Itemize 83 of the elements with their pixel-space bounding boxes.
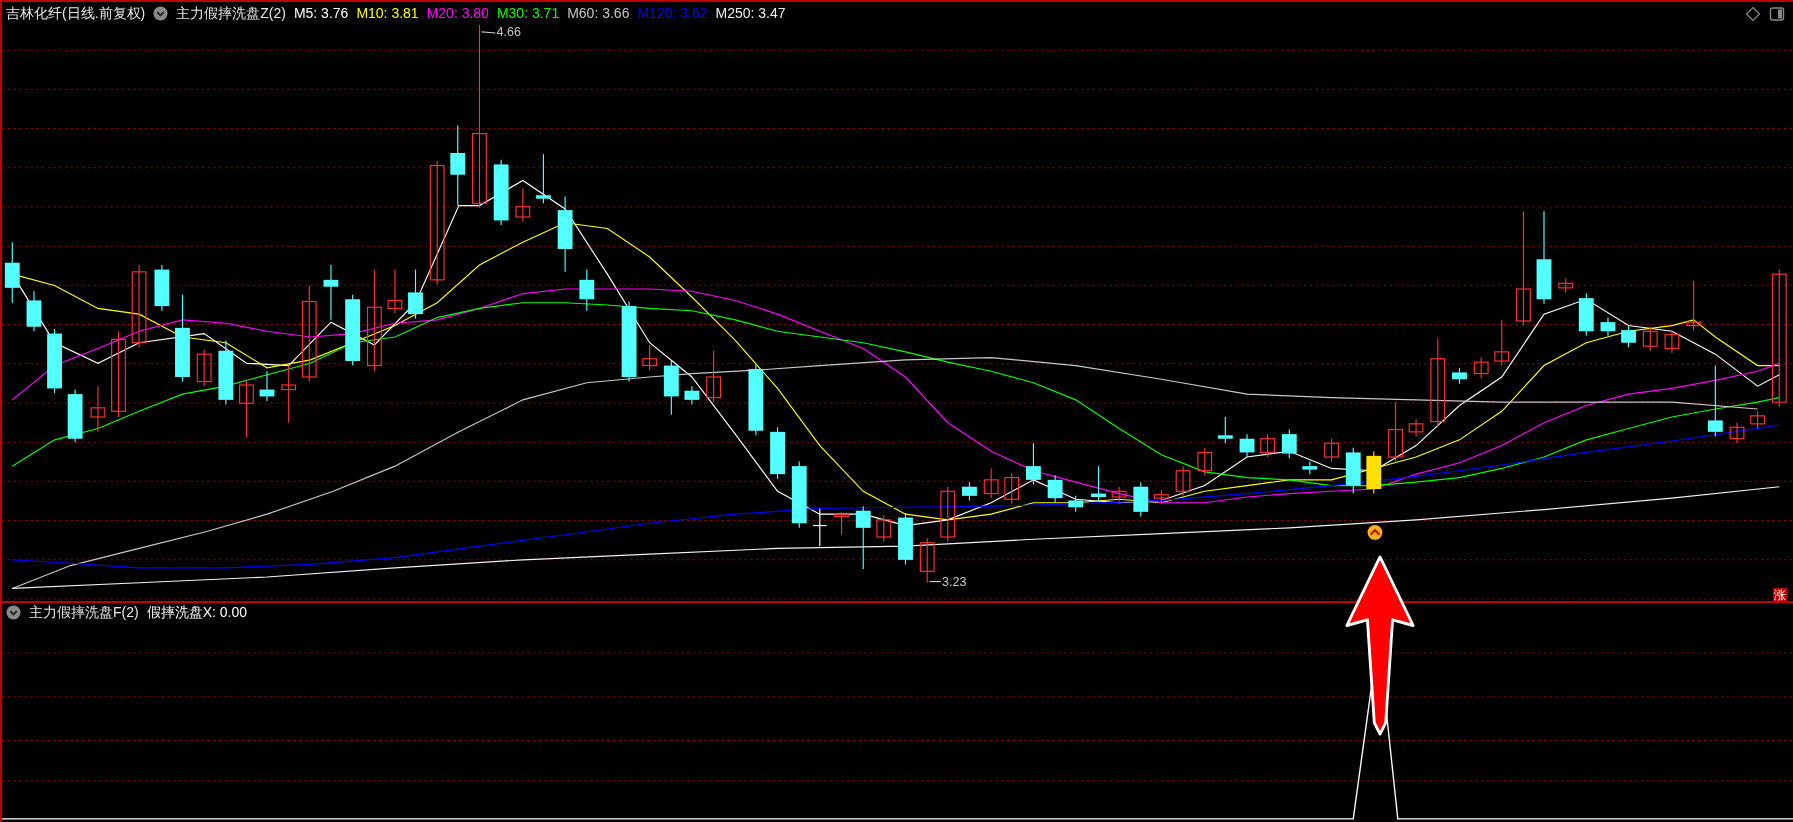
candlestick	[1664, 329, 1680, 354]
candlestick	[196, 349, 212, 387]
candlestick	[1388, 401, 1403, 463]
candlestick	[1707, 365, 1723, 437]
indicator-name: 主力假摔洗盘F(2)	[29, 603, 139, 622]
candlestick	[1366, 450, 1382, 495]
candlestick	[1133, 481, 1149, 517]
candlestick	[1558, 278, 1574, 293]
candlestick	[1642, 326, 1658, 352]
candlestick	[90, 385, 106, 433]
candlestick	[1473, 357, 1489, 379]
candlestick	[239, 379, 254, 439]
candlestick	[855, 505, 871, 570]
rise-badge: 涨	[1773, 588, 1787, 602]
indicator-name: 主力假摔洗盘Z(2)	[176, 4, 286, 23]
candlestick	[770, 426, 785, 480]
candlestick	[1239, 433, 1255, 458]
candlestick	[898, 512, 913, 565]
panel-toggle-icon[interactable]	[1769, 5, 1785, 22]
candlestick	[408, 269, 423, 320]
candlestick	[1260, 433, 1275, 458]
candlestick	[1600, 317, 1616, 337]
candlestick	[1494, 319, 1510, 367]
buy-signal-icon	[1367, 525, 1383, 540]
candlestick	[1047, 474, 1063, 504]
candlestick	[1324, 438, 1339, 463]
candlestick	[1345, 447, 1361, 495]
candlestick	[1197, 447, 1213, 476]
candlestick	[1026, 442, 1041, 485]
candlestick	[515, 187, 531, 223]
candlestick	[536, 153, 551, 204]
candlestick	[67, 389, 83, 443]
candlestick	[1621, 325, 1636, 348]
moving-average-reading: M10: 3.81	[356, 4, 419, 23]
candlestick	[876, 514, 892, 543]
candlestick	[1281, 429, 1297, 459]
candlestick	[812, 507, 828, 547]
candlestick	[1175, 465, 1191, 497]
candlestick	[1452, 367, 1467, 385]
moving-average-reading: M60: 3.66	[567, 4, 630, 23]
candlestick	[1091, 465, 1106, 503]
candlestick	[1302, 461, 1318, 475]
candlestick	[47, 328, 62, 394]
candlestick	[1004, 472, 1020, 505]
candlestick	[1111, 486, 1127, 503]
candlestick	[940, 486, 956, 543]
candlestick	[387, 269, 403, 314]
candlestick	[323, 264, 339, 321]
candlestick	[663, 360, 679, 416]
candlestick	[1153, 489, 1169, 504]
candlestick	[962, 481, 977, 501]
diamond-icon[interactable]	[1745, 5, 1761, 22]
candlestick	[791, 461, 807, 529]
candlestick	[4, 241, 20, 304]
candlestick	[26, 290, 42, 332]
candlestick	[281, 365, 297, 424]
moving-average-reading: M5: 3.76	[293, 4, 349, 23]
candlestick	[1408, 418, 1424, 437]
indicator-reading: 假摔洗盘X: 0.00	[146, 603, 248, 622]
candlestick	[154, 264, 170, 312]
moving-average-reading: M30: 3.71	[496, 4, 560, 23]
candlestick	[1068, 495, 1084, 513]
dropdown-chevron-icon[interactable]	[153, 6, 169, 21]
candlestick	[1729, 422, 1745, 444]
candlestick	[1217, 416, 1233, 444]
candlestick	[642, 344, 658, 371]
candlestick	[706, 350, 722, 403]
candlestick	[834, 511, 849, 536]
candlestick	[218, 339, 234, 405]
stock-title: 吉林化纤(日线.前复权)	[6, 4, 146, 23]
candlestick	[684, 385, 700, 405]
candlestick	[493, 159, 509, 226]
moving-average-reading: M120: 3.62	[637, 4, 708, 23]
candlestick	[919, 537, 935, 584]
candlestick	[259, 370, 275, 402]
candlestick	[1686, 280, 1702, 331]
moving-average-reading: M20: 3.80	[426, 4, 489, 23]
candlestick	[1578, 293, 1594, 337]
moving-average-reading: M250: 3.47	[715, 4, 786, 23]
candlestick	[579, 269, 595, 312]
candlestick	[983, 467, 999, 499]
dropdown-chevron-icon[interactable]	[6, 605, 21, 620]
candlestick	[1750, 410, 1765, 429]
